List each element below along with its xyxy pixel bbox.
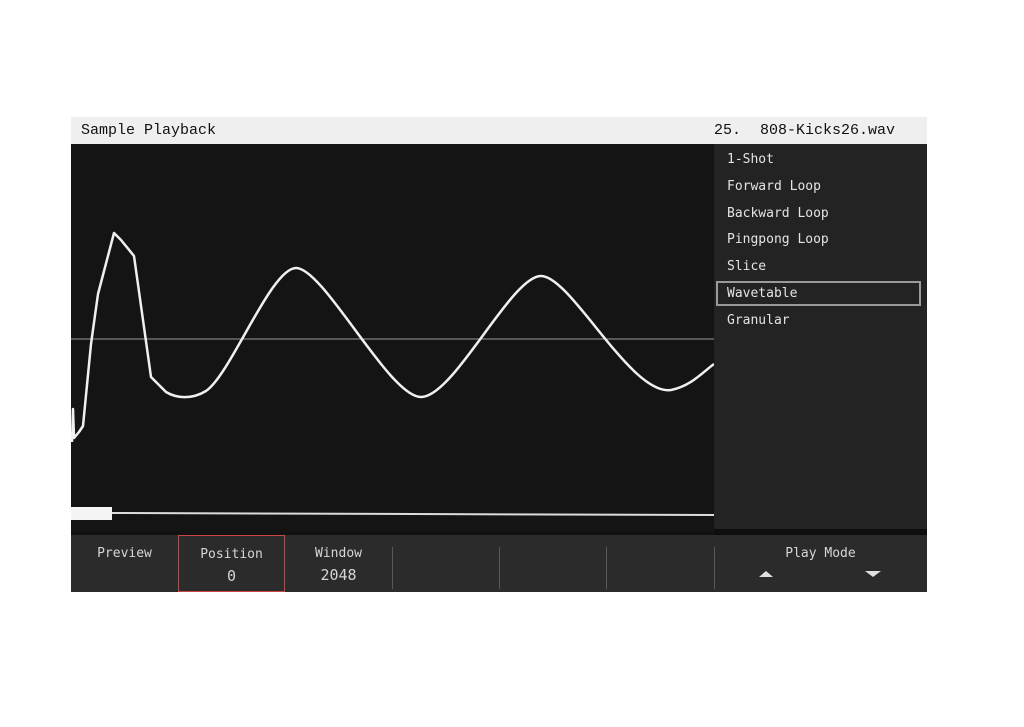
window-label: Window: [315, 546, 362, 561]
page-title: Sample Playback: [81, 122, 217, 139]
waveform-display[interactable]: [71, 144, 714, 532]
window-indicator: [71, 507, 112, 520]
play-mode-item[interactable]: Slice: [716, 254, 921, 279]
sample-index: 25.: [713, 122, 741, 139]
window-value: 2048: [320, 566, 357, 584]
position-value: 0: [226, 567, 237, 585]
sample-playback-screen: Sample Playback 25. 808-Kicks26.wav 1-Sh…: [71, 117, 927, 592]
triangle-up-icon[interactable]: [759, 571, 773, 577]
bottom-bar: Preview Position 0 Window 2048 Play Mode: [71, 535, 927, 592]
waveform: [71, 231, 714, 443]
window-control[interactable]: Window 2048: [285, 535, 392, 592]
play-mode-item[interactable]: 1-Shot: [716, 147, 921, 172]
position-control[interactable]: Position 0: [178, 535, 285, 592]
play-mode-list: 1-Shot Forward Loop Backward Loop Pingpong …: [714, 144, 927, 529]
play-mode-item[interactable]: Wavetable: [716, 281, 921, 306]
play-mode-control[interactable]: Play Mode: [714, 535, 927, 592]
position-track: [111, 512, 714, 516]
position-label: Position: [200, 547, 263, 562]
play-mode-item[interactable]: Pingpong Loop: [716, 227, 921, 252]
play-mode-item[interactable]: Backward Loop: [716, 201, 921, 226]
title-bar: Sample Playback 25. 808-Kicks26.wav: [71, 117, 927, 144]
sample-info: 25. 808-Kicks26.wav: [704, 122, 895, 139]
triangle-down-icon[interactable]: [865, 571, 881, 577]
sample-name: 808-Kicks26.wav: [759, 122, 895, 139]
preview-label: Preview: [97, 546, 152, 561]
play-mode-item[interactable]: Granular: [716, 308, 921, 333]
divider: [606, 547, 607, 589]
divider: [499, 547, 500, 589]
divider: [392, 547, 393, 589]
play-mode-item[interactable]: Forward Loop: [716, 174, 921, 199]
preview-button[interactable]: Preview: [71, 535, 178, 592]
play-mode-label: Play Mode: [785, 546, 856, 561]
